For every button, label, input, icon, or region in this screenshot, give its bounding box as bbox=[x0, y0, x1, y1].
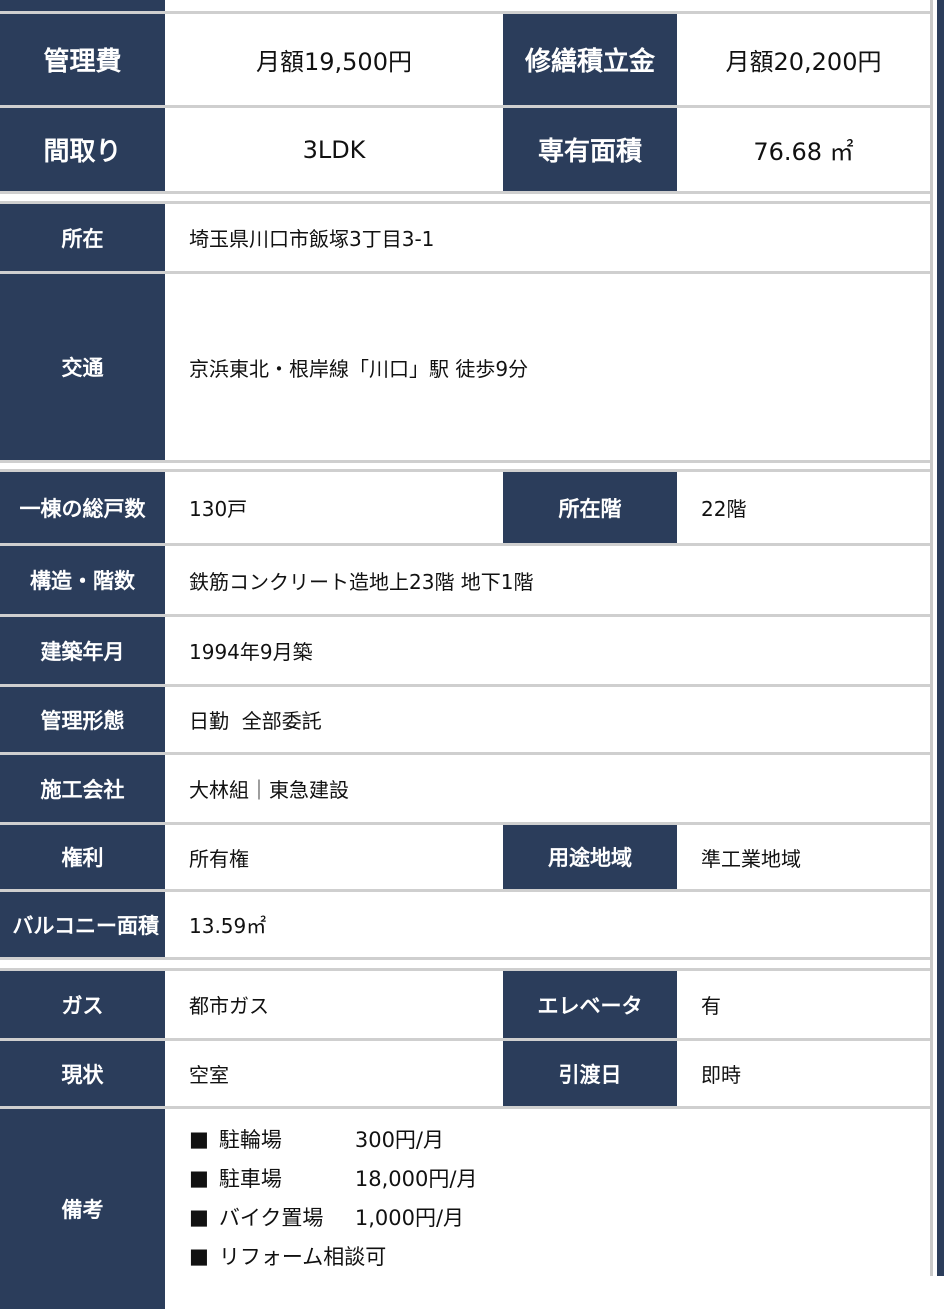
row-fees: 管理費 月額19,500円 修繕積立金 月額20,200円 bbox=[0, 14, 930, 108]
label-builder: 施工会社 bbox=[0, 755, 165, 822]
row-management-type: 管理形態 日勤 全部委託 bbox=[0, 687, 930, 755]
row-transport: 交通 京浜東北・根岸線「川口」駅 徒歩9分 bbox=[0, 274, 930, 463]
value-repair-reserve: 月額20,200円 bbox=[725, 48, 882, 76]
remarks-item: ■ 駐車場 18,000円/月 bbox=[189, 1165, 478, 1191]
label-management-fee: 管理費 bbox=[0, 14, 165, 105]
row-balcony: バルコニー面積 13.59㎡ bbox=[0, 892, 930, 960]
row-rights: 権利 所有権 用途地域 準工業地域 bbox=[0, 825, 930, 892]
row-units: 一棟の総戸数 130戸 所在階 22階 bbox=[0, 472, 930, 546]
value-location: 埼玉県川口市飯塚3丁目3-1 bbox=[189, 227, 435, 251]
remarks-item: ■ 駐輪場 300円/月 bbox=[189, 1126, 445, 1152]
label-structure: 構造・階数 bbox=[0, 546, 165, 614]
row-location: 所在 埼玉県川口市飯塚3丁目3-1 bbox=[0, 204, 930, 274]
table-right-border bbox=[930, 0, 933, 1276]
value-handover: 即時 bbox=[701, 1063, 741, 1087]
row-gas: ガス 都市ガス エレベータ 有 bbox=[0, 971, 930, 1041]
bullet-icon: ■ bbox=[189, 1126, 209, 1151]
label-cell bbox=[0, 0, 165, 11]
value-rights: 所有権 bbox=[189, 846, 249, 871]
label-status: 現状 bbox=[0, 1041, 165, 1106]
value-built: 1994年9月築 bbox=[189, 640, 313, 664]
label-remarks: 備考 bbox=[0, 1109, 165, 1309]
row-status: 現状 空室 引渡日 即時 bbox=[0, 1041, 930, 1109]
label-management-type: 管理形態 bbox=[0, 687, 165, 752]
label-total-units: 一棟の総戸数 bbox=[0, 472, 165, 543]
value-management-type: 日勤 全部委託 bbox=[189, 709, 322, 733]
label-zoning: 用途地域 bbox=[503, 825, 677, 889]
label-repair-reserve: 修繕積立金 bbox=[503, 14, 677, 105]
property-details-table: 管理費 月額19,500円 修繕積立金 月額20,200円 間取り 3LDK 専… bbox=[0, 0, 932, 1309]
top-stub-row bbox=[0, 0, 930, 14]
value-area: 76.68 ㎡ bbox=[753, 138, 854, 166]
value-layout: 3LDK bbox=[302, 135, 366, 164]
bullet-icon: ■ bbox=[189, 1165, 209, 1190]
value-floor: 22階 bbox=[701, 497, 747, 521]
remarks-item: ■ バイク置場 1,000円/月 bbox=[189, 1204, 465, 1230]
row-builder: 施工会社 大林組｜東急建設 bbox=[0, 755, 930, 825]
remarks-list: ■ 駐輪場 300円/月 ■ 駐車場 18,000円/月 ■ バイク置場 1,000円/月 … bbox=[165, 1109, 930, 1309]
value-management-fee: 月額19,500円 bbox=[256, 48, 412, 76]
label-handover: 引渡日 bbox=[503, 1041, 677, 1106]
value-elevator: 有 bbox=[701, 994, 721, 1018]
remarks-item: ■ リフォーム相談可 bbox=[189, 1243, 387, 1269]
row-remarks: 備考 ■ 駐輪場 300円/月 ■ 駐車場 18,000円/月 ■ バイク置場 1,000円… bbox=[0, 1109, 930, 1309]
label-balcony: バルコニー面積 bbox=[0, 892, 165, 957]
value-builder: 大林組｜東急建設 bbox=[189, 778, 349, 802]
value-transport: 京浜東北・根岸線「川口」駅 徒歩9分 bbox=[189, 356, 529, 381]
value-zoning: 準工業地域 bbox=[701, 846, 801, 871]
bullet-icon: ■ bbox=[189, 1204, 209, 1229]
label-area: 専有面積 bbox=[503, 108, 677, 191]
label-gas: ガス bbox=[0, 971, 165, 1038]
page-edge bbox=[937, 0, 944, 1276]
label-floor: 所在階 bbox=[503, 472, 677, 543]
label-elevator: エレベータ bbox=[503, 971, 677, 1038]
label-layout: 間取り bbox=[0, 108, 165, 191]
label-built: 建築年月 bbox=[0, 617, 165, 684]
bullet-icon: ■ bbox=[189, 1243, 209, 1268]
value-total-units: 130戸 bbox=[189, 497, 248, 521]
value-structure: 鉄筋コンクリート造地上23階 地下1階 bbox=[189, 569, 534, 594]
label-rights: 権利 bbox=[0, 825, 165, 889]
row-built: 建築年月 1994年9月築 bbox=[0, 617, 930, 687]
value-status: 空室 bbox=[189, 1063, 229, 1087]
row-structure: 構造・階数 鉄筋コンクリート造地上23階 地下1階 bbox=[0, 546, 930, 617]
label-location: 所在 bbox=[0, 204, 165, 271]
row-layout: 間取り 3LDK 専有面積 76.68 ㎡ bbox=[0, 108, 930, 194]
label-transport: 交通 bbox=[0, 274, 165, 460]
value-gas: 都市ガス bbox=[189, 994, 269, 1018]
value-balcony: 13.59㎡ bbox=[189, 914, 267, 938]
